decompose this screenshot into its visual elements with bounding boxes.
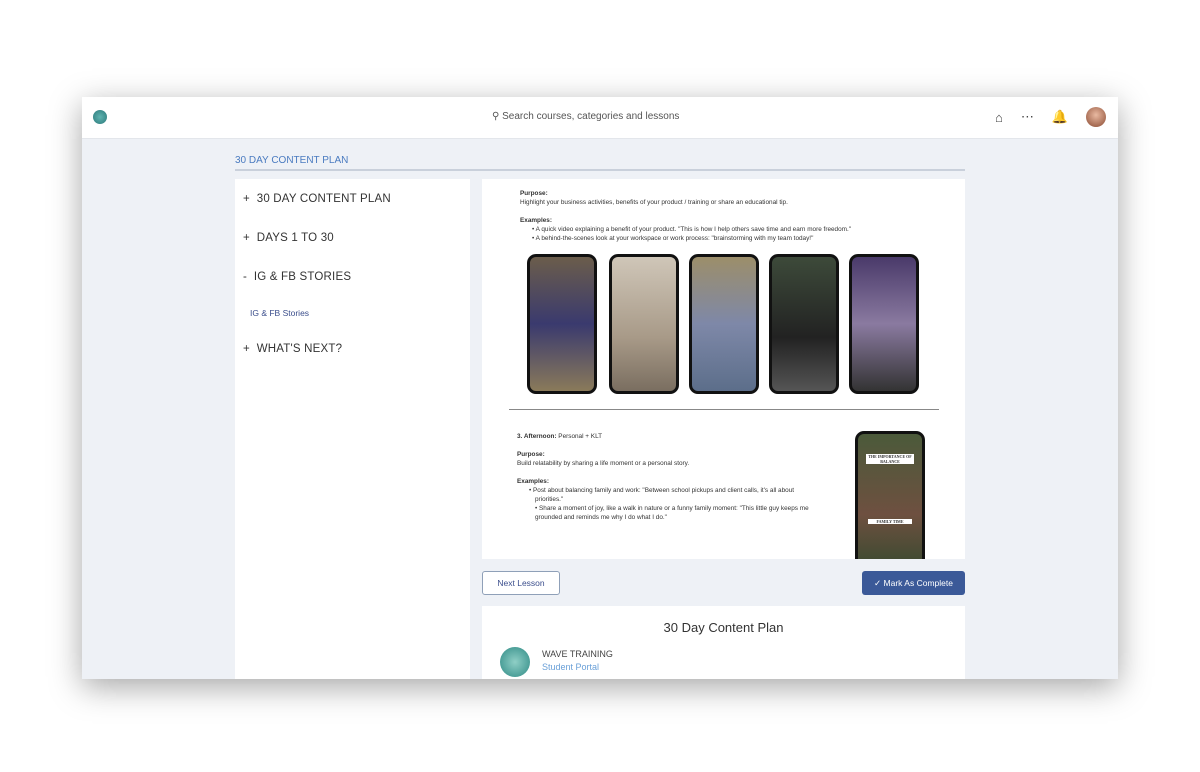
phone-caption: THE IMPORTANCE OF BALANCE bbox=[866, 454, 914, 464]
purpose-text: Highlight your business activities, bene… bbox=[520, 199, 788, 206]
logo-icon[interactable] bbox=[93, 110, 107, 124]
mark-as-complete-button[interactable]: ✓ Mark As Complete bbox=[862, 571, 965, 595]
search-input[interactable]: ⚲ Search courses, categories and lessons bbox=[492, 111, 679, 122]
breadcrumb[interactable]: 30 DAY CONTENT PLAN bbox=[235, 155, 965, 171]
top-bar: ⚲ Search courses, categories and lessons… bbox=[82, 97, 1118, 139]
story-screenshot bbox=[609, 254, 679, 394]
example: Share a moment of joy, like a walk in na… bbox=[535, 505, 809, 521]
sidebar-item-whats-next[interactable]: + WHAT'S NEXT? bbox=[243, 343, 342, 355]
section-title: 3. Afternoon: bbox=[517, 433, 557, 440]
section-subtitle: Personal + KLT bbox=[556, 433, 603, 440]
example: A behind-the-scenes look at your workspa… bbox=[535, 235, 814, 242]
sidebar-item-30-day-content-plan[interactable]: + 30 DAY CONTENT PLAN bbox=[243, 193, 391, 205]
lesson-link-ig-fb-stories[interactable]: IG & FB Stories bbox=[250, 308, 309, 318]
course-logo bbox=[500, 647, 530, 677]
search-placeholder: Search courses, categories and lessons bbox=[502, 111, 680, 122]
apps-grid-icon[interactable]: ⋯ bbox=[1021, 109, 1034, 125]
example: Post about balancing family and work: "B… bbox=[533, 487, 795, 503]
search-icon: ⚲ bbox=[492, 111, 500, 122]
label: DAYS 1 TO 30 bbox=[256, 232, 334, 244]
label: WHAT'S NEXT? bbox=[256, 343, 343, 355]
home-icon[interactable]: ⌂ bbox=[995, 110, 1003, 125]
avatar[interactable] bbox=[1086, 107, 1106, 127]
course-title: 30 Day Content Plan bbox=[663, 620, 784, 635]
story-screenshot bbox=[527, 254, 597, 394]
example: A quick video explaining a benefit of yo… bbox=[535, 226, 852, 233]
examples-label: Examples: bbox=[517, 478, 549, 485]
app-window: ⚲ Search courses, categories and lessons… bbox=[82, 97, 1118, 679]
org-name: WAVE TRAINING bbox=[542, 649, 613, 659]
portal-link[interactable]: Student Portal bbox=[542, 662, 599, 672]
purpose-label: Purpose: bbox=[517, 451, 545, 458]
next-lesson-button[interactable]: Next Lesson bbox=[482, 571, 560, 595]
story-screenshot bbox=[689, 254, 759, 394]
label: IG & FB STORIES bbox=[253, 271, 352, 283]
label: 30 DAY CONTENT PLAN bbox=[256, 193, 391, 205]
sidebar: + 30 DAY CONTENT PLAN + DAYS 1 TO 30 - I… bbox=[235, 179, 470, 679]
story-screenshot: THE IMPORTANCE OF BALANCE FAMILY TIME bbox=[855, 431, 925, 559]
purpose-label: Purpose: bbox=[520, 190, 548, 197]
bell-icon[interactable]: 🔔 bbox=[1052, 109, 1068, 125]
examples-label: Examples: bbox=[520, 217, 552, 224]
sidebar-item-ig-fb-stories[interactable]: - IG & FB STORIES bbox=[243, 271, 351, 283]
purpose-text: Build relatability by sharing a life mom… bbox=[517, 460, 690, 467]
course-card: 30 Day Content Plan WAVE TRAINING Studen… bbox=[482, 606, 965, 679]
story-screenshot bbox=[769, 254, 839, 394]
divider bbox=[509, 409, 939, 410]
label: Mark As Complete bbox=[883, 578, 953, 588]
lesson-content: Purpose: Highlight your business activit… bbox=[482, 179, 965, 559]
story-screenshot bbox=[849, 254, 919, 394]
collapse-icon: - bbox=[243, 271, 248, 283]
expand-icon: + bbox=[243, 193, 250, 205]
sidebar-item-days-1-to-30[interactable]: + DAYS 1 TO 30 bbox=[243, 232, 334, 244]
phone-caption: FAMILY TIME bbox=[868, 519, 912, 524]
check-icon: ✓ bbox=[874, 578, 882, 588]
expand-icon: + bbox=[243, 343, 250, 355]
expand-icon: + bbox=[243, 232, 250, 244]
